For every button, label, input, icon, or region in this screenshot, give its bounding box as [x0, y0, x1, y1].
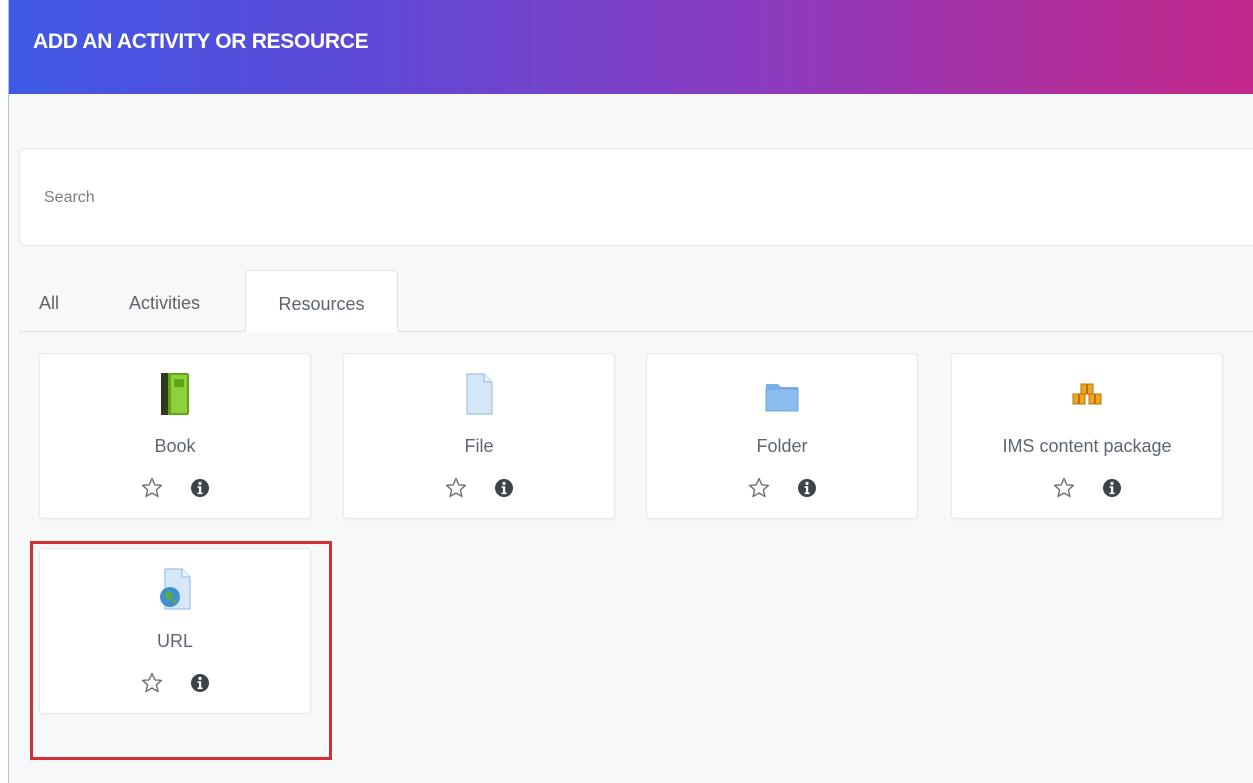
resource-label: URL	[156, 631, 193, 651]
info-icon[interactable]	[190, 673, 210, 693]
info-icon[interactable]	[1102, 478, 1122, 498]
tab-activities[interactable]: Activities	[107, 270, 222, 332]
resource-label: Folder	[756, 436, 808, 456]
star-icon[interactable]	[747, 476, 771, 500]
resource-label: Book	[154, 436, 196, 456]
tab-all[interactable]: All	[19, 270, 79, 332]
card-actions	[40, 476, 310, 500]
card-actions	[647, 476, 917, 500]
tab-bar: All Activities Resources	[19, 270, 1253, 332]
file-icon	[466, 373, 493, 415]
card-actions	[344, 476, 614, 500]
star-icon[interactable]	[140, 671, 164, 695]
resource-card-folder[interactable]: Folder	[646, 353, 918, 519]
resource-label: IMS content package	[1002, 436, 1172, 456]
activity-chooser-modal: ADD AN ACTIVITY OR RESOURCE All Activiti…	[8, 0, 1253, 783]
resource-card-url[interactable]: URL	[39, 548, 311, 714]
resource-label: File	[464, 436, 494, 456]
info-icon[interactable]	[190, 478, 210, 498]
info-icon[interactable]	[494, 478, 514, 498]
package-icon	[1072, 383, 1102, 405]
modal-header: ADD AN ACTIVITY OR RESOURCE	[9, 0, 1253, 94]
url-icon	[160, 568, 191, 610]
modal-title: ADD AN ACTIVITY OR RESOURCE	[33, 30, 369, 53]
resource-card-book[interactable]: Book	[39, 353, 311, 519]
tab-resources[interactable]: Resources	[245, 270, 398, 332]
card-actions	[952, 476, 1222, 500]
card-actions	[40, 671, 310, 695]
search-input[interactable]	[42, 183, 1196, 213]
search-box	[19, 148, 1253, 246]
folder-icon	[765, 384, 799, 412]
info-icon[interactable]	[797, 478, 817, 498]
star-icon[interactable]	[1052, 476, 1076, 500]
star-icon[interactable]	[444, 476, 468, 500]
resource-card-file[interactable]: File	[343, 353, 615, 519]
star-icon[interactable]	[140, 476, 164, 500]
resource-card-ims-content-package[interactable]: IMS content package	[951, 353, 1223, 519]
book-icon	[161, 373, 189, 415]
